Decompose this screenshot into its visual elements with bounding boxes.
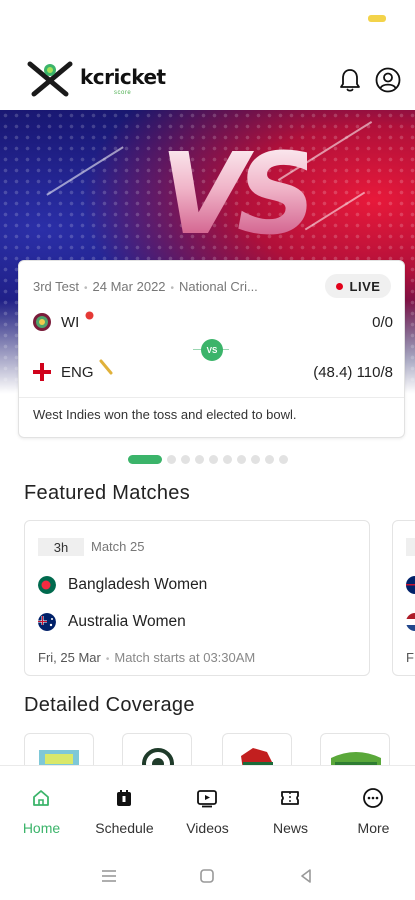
- carousel-indicator: [128, 454, 293, 464]
- nav-schedule[interactable]: Schedule: [83, 766, 166, 854]
- carousel-dot[interactable]: [237, 454, 246, 464]
- wi-flag-icon: [33, 313, 51, 331]
- app-logo[interactable]: kcricket score: [24, 58, 166, 102]
- hero-vs-graphic: VS: [160, 130, 317, 260]
- video-icon: [195, 786, 219, 810]
- nav-home[interactable]: Home: [0, 766, 83, 854]
- eng-flag-icon: [33, 363, 51, 381]
- nav-more[interactable]: More: [332, 766, 415, 854]
- coverage-section-title: Detailed Coverage: [24, 694, 195, 716]
- back-button[interactable]: [296, 866, 316, 886]
- time-left-badge: 3h: [38, 538, 84, 556]
- bat-icon: [99, 359, 113, 375]
- team-name: WI: [61, 314, 80, 331]
- team-row: Australia Women: [38, 611, 338, 633]
- carousel-dot-active[interactable]: [128, 454, 162, 464]
- carousel-dot[interactable]: [209, 454, 218, 464]
- nav-label: Videos: [186, 820, 229, 836]
- team-row: ENG (48.4) 110/8: [33, 359, 393, 385]
- live-dot-icon: [335, 282, 343, 290]
- home-icon: [29, 786, 53, 810]
- match-meta: 3rd Test • 24 Mar 2022 • National Cri...: [33, 279, 258, 294]
- australia-flag-icon: [38, 613, 56, 631]
- back-triangle-icon: [301, 869, 311, 883]
- netherlands-flag-icon: [406, 613, 415, 631]
- recent-apps-button[interactable]: [99, 866, 119, 886]
- team-row: Bangladesh Women: [38, 574, 338, 596]
- user-icon: [375, 67, 401, 93]
- carousel-dot[interactable]: [279, 454, 288, 464]
- carousel-dot[interactable]: [181, 454, 190, 464]
- team-name: ENG: [61, 364, 94, 381]
- carousel-dot[interactable]: [251, 454, 260, 464]
- status-bar: [0, 0, 415, 40]
- match-venue: National Cri...: [179, 279, 258, 294]
- australia-flag-icon: [406, 576, 415, 594]
- card-divider: [19, 397, 404, 398]
- system-navigation-bar: [0, 853, 415, 900]
- cricket-ball-icon: [85, 311, 94, 320]
- notifications-button[interactable]: [336, 66, 364, 94]
- match-number: Match 25: [91, 539, 145, 554]
- carousel-dot[interactable]: [223, 454, 232, 464]
- profile-button[interactable]: [374, 66, 402, 94]
- bottom-navigation: Home Schedule Videos News More: [0, 765, 415, 853]
- vs-badge: VS: [201, 339, 223, 361]
- carousel-dot[interactable]: [167, 454, 176, 464]
- news-icon: [278, 786, 302, 810]
- logo-tagline: score: [114, 90, 132, 96]
- time-left-badge: [406, 538, 415, 556]
- carousel-dot[interactable]: [265, 454, 274, 464]
- toss-info: West Indies won the toss and elected to …: [33, 407, 297, 422]
- featured-match-card[interactable]: 3h Match 25 Bangladesh Women Australia W…: [24, 520, 370, 676]
- carousel-dot[interactable]: [195, 454, 204, 464]
- logo-wordmark: kcricket: [80, 65, 166, 89]
- nav-label: Home: [22, 820, 61, 836]
- match-number: 3rd Test: [33, 279, 80, 294]
- match-schedule-info: Fri, 25 Mar • Match starts at 03:30AM: [38, 650, 256, 665]
- app-screen: kcricket score VS 3rd Test • 24 Mar 2022…: [0, 0, 415, 900]
- featured-section-title: Featured Matches: [24, 482, 190, 504]
- menu-lines-icon: [102, 870, 116, 882]
- more-icon: [361, 786, 385, 810]
- team-row: WI 0/0: [33, 311, 393, 335]
- calendar-icon: [112, 786, 136, 810]
- nav-label: More: [357, 820, 390, 836]
- nav-label: News: [272, 820, 308, 836]
- crossed-bats-logo-icon: [27, 61, 73, 97]
- team-name: Bangladesh Women: [68, 576, 208, 593]
- battery-icon: [368, 15, 386, 22]
- team-score: (48.4) 110/8: [313, 364, 393, 381]
- nav-label: Schedule: [95, 820, 154, 836]
- app-header: kcricket score: [0, 48, 415, 108]
- nav-videos[interactable]: Videos: [166, 766, 249, 854]
- live-label: LIVE: [349, 278, 381, 294]
- featured-match-card[interactable]: F: [392, 520, 415, 676]
- match-date: 24 Mar 2022: [92, 279, 166, 294]
- home-system-button[interactable]: [197, 866, 217, 886]
- match-start-time: Match starts at 03:30AM: [114, 650, 256, 665]
- match-date: F: [406, 650, 414, 665]
- team-score: 0/0: [372, 314, 393, 331]
- nav-news[interactable]: News: [249, 766, 332, 854]
- match-date: Fri, 25 Mar: [38, 650, 101, 665]
- team-name: Australia Women: [68, 613, 186, 630]
- live-badge: LIVE: [325, 274, 391, 298]
- live-match-card[interactable]: 3rd Test • 24 Mar 2022 • National Cri... LIV…: [18, 260, 405, 438]
- bell-icon: [340, 69, 360, 92]
- bangladesh-flag-icon: [38, 576, 56, 594]
- square-icon: [200, 869, 214, 883]
